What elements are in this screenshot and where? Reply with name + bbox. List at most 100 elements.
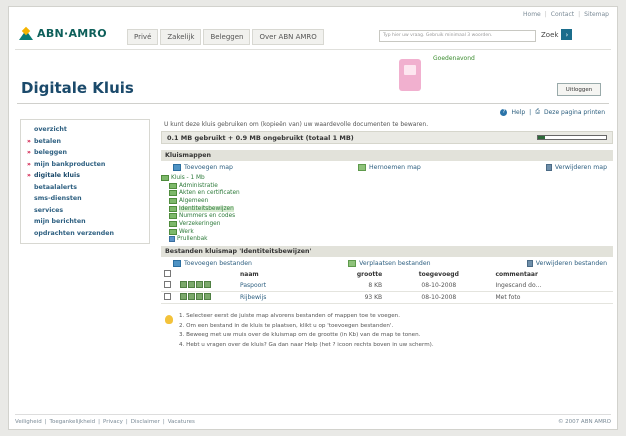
page: Home | Contact | Sitemap ABN·AMRO Privé Za… [8, 6, 618, 430]
search-input[interactable]: Typ hier uw vraag. Gebruik minimaal 3 wo… [379, 30, 536, 42]
info-icon[interactable] [204, 293, 211, 301]
footer-link-disclaimer[interactable]: Disclaimer [131, 419, 160, 425]
tree-folder-verzekeringen[interactable]: Verzekeringen [161, 220, 613, 228]
trash-icon [545, 164, 552, 171]
info-icon[interactable] [204, 281, 211, 289]
col-select [161, 269, 177, 280]
nav-over-abn-amro[interactable]: Over ABN AMRO [252, 29, 324, 45]
tree-folder-administratie[interactable]: Administratie [161, 182, 613, 190]
tree-folder-werk[interactable]: Werk [161, 228, 613, 236]
logout-button[interactable]: Uitloggen [557, 83, 601, 96]
tree-folder-prullenbak[interactable]: Prullenbak [161, 236, 613, 244]
footer-link-vacatures[interactable]: Vacatures [168, 419, 195, 425]
usage-meter [537, 135, 607, 140]
file-name[interactable]: Rijbewijs [237, 291, 313, 305]
files-table: naam grootte toegevoegd commentaar Paspo… [161, 269, 613, 305]
file-tools [180, 293, 211, 301]
top-link-contact[interactable]: Contact [551, 11, 574, 18]
sidebar-item-beleggen[interactable]: » beleggen [21, 147, 149, 159]
print-link[interactable]: Deze pagina printen [544, 109, 605, 116]
search-submit[interactable]: Zoek › [541, 29, 573, 40]
sidebar-item-overzicht[interactable]: overzicht [21, 124, 149, 136]
tree-folder-akten[interactable]: Akten en certificaten [161, 189, 613, 197]
sidebar-item-mijn-berichten[interactable]: mijn berichten [21, 216, 149, 228]
row-checkbox[interactable] [164, 281, 171, 289]
help-link[interactable]: Help [511, 109, 525, 116]
tip-item: 3. Beweeg met uw muis over de kluismap o… [179, 332, 421, 339]
file-comment: Ingescand do... [492, 280, 613, 293]
add-file-icon [173, 260, 181, 268]
file-size: 8 KB [312, 280, 386, 293]
search-arrow-icon[interactable]: › [561, 29, 573, 40]
sidebar-item-opdrachten-verzenden[interactable]: opdrachten verzenden [21, 228, 149, 240]
sidebar-item-services[interactable]: services [21, 205, 149, 217]
footer: Veiligheid | Toegankelijkheid | Privacy | D… [15, 414, 611, 425]
row-checkbox[interactable] [164, 293, 171, 301]
page-title: Digitale Kluis [21, 79, 134, 97]
view-icon[interactable] [180, 293, 187, 301]
tree-root[interactable]: Kluis - 1 Mb [161, 174, 613, 182]
move-files-button[interactable]: Verplaatsen bestanden [348, 260, 431, 268]
separator: | [125, 419, 128, 425]
delete-files-button[interactable]: Verwijderen bestanden [526, 260, 607, 268]
download-icon[interactable] [196, 293, 203, 301]
footer-link-veiligheid[interactable]: Veiligheid [15, 419, 42, 425]
edit-icon[interactable] [188, 281, 195, 289]
footer-link-toegankelijkheid[interactable]: Toegankelijkheid [50, 419, 96, 425]
sidebar: overzicht » betalen » beleggen » mijn bankp… [20, 119, 150, 244]
trash-icon [169, 236, 175, 243]
add-folder-button[interactable]: Toevoegen map [173, 164, 233, 171]
rename-folder-button[interactable]: Hernoemen map [357, 164, 421, 171]
brand-logo[interactable]: ABN·AMRO [19, 26, 107, 40]
lightbulb-icon [165, 315, 173, 325]
file-size: 93 KB [312, 291, 386, 305]
table-row: Paspoort 8 KB 08-10-2008 Ingescand do... [161, 280, 613, 293]
row-tools-cell [177, 280, 237, 293]
select-all-checkbox[interactable] [164, 270, 171, 278]
col-name: naam [240, 271, 259, 279]
tree-folder-algemeen[interactable]: Algemeen [161, 197, 613, 205]
col-comment: commentaar [495, 271, 538, 279]
divider [17, 103, 609, 104]
sidebar-item-sms-diensten[interactable]: sms-diensten [21, 193, 149, 205]
delete-folder-button[interactable]: Verwijderen map [545, 164, 607, 171]
download-icon[interactable] [196, 281, 203, 289]
folder-icon [169, 197, 177, 204]
sidebar-item-digitale-kluis[interactable]: » digitale kluis [21, 170, 149, 182]
usage-text: 0.1 MB gebruikt + 0.9 MB ongebruikt (tot… [167, 133, 354, 142]
sidebar-item-mijn-bankproducten[interactable]: » mijn bankproducten [21, 159, 149, 171]
separator: | [544, 11, 547, 18]
folder-icon [169, 182, 177, 189]
sidebar-item-betaalalerts[interactable]: betaalalerts [21, 182, 149, 194]
file-tools [180, 281, 211, 289]
tips-list: 1. Selecteer eerst de juiste map alvoren… [179, 313, 434, 351]
file-name[interactable]: Paspoort [237, 280, 313, 293]
print-icon[interactable]: ⎙ [535, 108, 540, 116]
nav-beleggen[interactable]: Beleggen [203, 29, 251, 45]
help-icon[interactable]: ? [500, 108, 508, 116]
tree-folder-identiteitsbewijzen[interactable]: Identiteitsbewijzen [161, 205, 613, 213]
main-content: U kunt deze kluis gebruiken om (kopieën … [161, 119, 613, 353]
col-size: grootte [356, 271, 383, 279]
shield-logo-icon [19, 26, 33, 40]
tree-folder-nummers[interactable]: Nummers en codes [161, 212, 613, 220]
nav-zakelijk[interactable]: Zakelijk [160, 29, 202, 45]
tip-item: 4. Hebt u vragen over de kluis? Ga dan n… [179, 341, 434, 348]
file-added: 08-10-2008 [385, 291, 493, 305]
rename-folder-icon [357, 164, 366, 171]
add-files-button[interactable]: Toevoegen bestanden [173, 260, 252, 268]
footer-link-privacy[interactable]: Privacy [103, 419, 123, 425]
tip-item: 1. Selecteer eerst de juiste map alvoren… [179, 313, 400, 320]
nav-prive[interactable]: Privé [127, 29, 159, 45]
edit-icon[interactable] [188, 293, 195, 301]
separator: | [98, 419, 100, 425]
move-file-icon [348, 260, 357, 268]
files-section: Bestanden kluismap 'Identiteitsbewijzen'… [161, 246, 613, 305]
sidebar-item-betalen[interactable]: » betalen [21, 136, 149, 148]
folder-icon [169, 213, 177, 220]
top-link-sitemap[interactable]: Sitemap [584, 11, 609, 18]
folder-tree: Kluis - 1 Mb Administratie Akten en cert… [161, 173, 613, 244]
folder-icon [169, 220, 177, 227]
view-icon[interactable] [180, 281, 187, 289]
top-link-home[interactable]: Home [523, 11, 541, 18]
